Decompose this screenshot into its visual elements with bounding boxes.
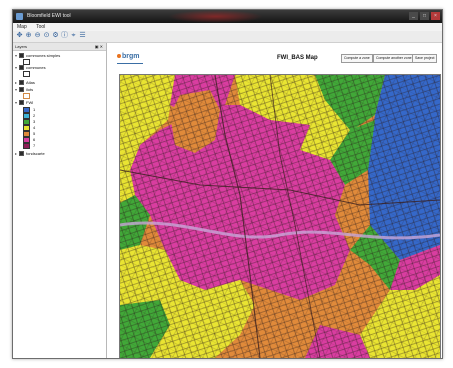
layer-communes-simples[interactable]: ▾ communes simples — [15, 53, 60, 59]
menu-tool[interactable]: Tool — [32, 23, 49, 31]
legend-swatch — [23, 93, 30, 99]
layer-label: communes simples — [26, 53, 61, 58]
zoom-full-icon[interactable]: ⊙ — [43, 32, 50, 40]
legend-item: 7 — [23, 143, 35, 149]
legend-swatch-7 — [23, 143, 30, 149]
legend-value: 4 — [33, 125, 36, 131]
legend-value: 5 — [33, 131, 36, 137]
brgm-logo: brgm — [117, 53, 140, 60]
layer-checkbox[interactable] — [19, 87, 24, 93]
logo-mark-icon — [117, 54, 121, 59]
map-title: FWI_BAS Map — [277, 55, 318, 61]
toolbar: ✥ ⊕ ⊖ ⊙ ⚙ ⓘ ⌖ ☰ — [13, 31, 442, 43]
compute-another-zone-button[interactable]: Compute another zone — [373, 54, 415, 63]
zoom-in-icon[interactable]: ⊕ — [25, 32, 32, 40]
layer-label: communes — [26, 65, 46, 70]
layer-checkbox[interactable] — [19, 53, 24, 59]
maximize-button[interactable]: □ — [420, 12, 429, 20]
minimize-button[interactable]: _ — [409, 12, 418, 20]
measure-icon[interactable]: ⌖ — [70, 32, 77, 40]
close-button[interactable]: × — [431, 12, 440, 20]
legend-value: 2 — [33, 113, 36, 119]
layer-fondscarte[interactable]: ▸ fondscarte — [15, 151, 45, 157]
save-project-button[interactable]: Save project — [412, 54, 438, 63]
legend-swatch — [23, 71, 30, 77]
layers-panel-title: Layers — [15, 44, 28, 49]
layers-icon[interactable]: ☰ — [79, 32, 86, 40]
title-bar: Bloomfield EWI tool _ □ × — [13, 10, 442, 23]
layers-panel-header: Layers ▣ ✕ — [13, 43, 106, 51]
app-icon — [16, 13, 23, 20]
layers-panel: Layers ▣ ✕ ▾ communes simples ▾ communes ▸… — [13, 43, 107, 358]
zoom-out-icon[interactable]: ⊖ — [34, 32, 41, 40]
title-bar-highlight — [168, 10, 263, 23]
layer-label: fondscarte — [26, 151, 45, 156]
window-title: Bloomfield EWI tool — [27, 13, 71, 19]
logo-text: brgm — [122, 53, 140, 60]
compute-zone-button[interactable]: Compute a zone — [341, 54, 373, 63]
application-window: Bloomfield EWI tool _ □ × Map Tool ✥ ⊕ ⊖… — [12, 9, 443, 359]
fwi-map — [120, 75, 440, 358]
legend-value: 3 — [33, 119, 36, 125]
identify-icon[interactable]: ⓘ — [61, 32, 68, 40]
layer-label: ilots — [26, 87, 34, 92]
legend-value: 7 — [33, 143, 36, 149]
map-view-panel: brgm FWI_BAS Map Compute a zone Compute … — [107, 43, 442, 358]
window-controls: _ □ × — [409, 12, 440, 20]
map-canvas[interactable] — [119, 74, 441, 358]
settings-icon[interactable]: ⚙ — [52, 32, 59, 40]
street-network-secondary — [120, 75, 440, 358]
layer-label: FWI — [26, 100, 34, 105]
layer-checkbox[interactable] — [19, 80, 24, 86]
legend-value: 6 — [33, 137, 36, 143]
layer-atlas[interactable]: ▸ Atlas — [15, 80, 35, 86]
panel-dock-buttons[interactable]: ▣ ✕ — [95, 43, 103, 50]
layer-symbol-ilots — [23, 93, 33, 99]
layer-checkbox[interactable] — [19, 100, 24, 106]
logo-underline — [117, 63, 143, 64]
layer-symbol-communes — [23, 71, 33, 77]
layer-fwi[interactable]: ▾ FWI — [15, 100, 33, 106]
legend-value: 1 — [33, 107, 36, 113]
menu-map[interactable]: Map — [13, 23, 31, 31]
pan-icon[interactable]: ✥ — [16, 32, 23, 40]
layer-checkbox[interactable] — [19, 151, 24, 157]
menu-bar: Map Tool — [13, 23, 442, 31]
layer-label: Atlas — [26, 80, 35, 85]
layer-checkbox[interactable] — [19, 65, 24, 71]
